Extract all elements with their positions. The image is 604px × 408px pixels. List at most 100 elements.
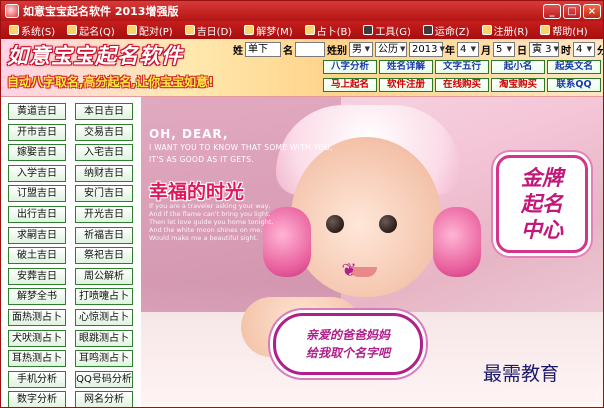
menu-label: 解梦(M) [256,26,293,38]
side-button[interactable]: 周公解析 [75,267,133,285]
chevron-down-icon: ▼ [364,45,370,53]
side-button[interactable]: 数字分析 [8,391,66,407]
menu-lucky-day[interactable]: 吉日(D) [181,23,237,38]
side-button[interactable]: 出行吉日 [8,205,66,223]
divination-icon [304,25,315,35]
gold-naming-center-badge: 金牌 起名 中心 [496,155,588,253]
side-button[interactable]: 耳鸣测占卜 [75,350,133,368]
side-button[interactable]: 纳财吉日 [75,164,133,182]
month-label: 月 [481,46,491,57]
day-label: 日 [517,46,527,57]
message-bubble: 亲爱的爸爸妈妈 给我取个名字吧 [273,313,423,375]
minimize-button[interactable]: _ [543,3,561,19]
chevron-down-icon: ▼ [506,45,512,53]
menu-help[interactable]: 帮助(H) [536,23,591,38]
side-button[interactable]: 犬吠测占卜 [8,329,66,347]
header-banner: 如意宝宝起名软件 自动八字取名,高分起名,让你宝宝如意! 姓 单下 名 姓别 男… [1,39,603,97]
tools-icon [363,25,374,35]
menu-match[interactable]: 配对(P) [123,23,177,38]
bazi-analysis-button[interactable]: 八字分析 [323,60,377,74]
contact-qq-button[interactable]: 联系QQ [547,78,601,92]
menu-label: 吉日(D) [196,26,233,38]
side-button[interactable]: 心惊测占卜 [75,308,133,326]
start-naming-button[interactable]: 马上起名 [323,78,377,92]
baby-eye-image [326,215,344,233]
software-register-button[interactable]: 软件注册 [379,78,433,92]
fortune-icon [422,25,433,35]
badge-line: 起名 [521,191,563,216]
side-button[interactable]: QQ号码分析 [75,370,133,388]
month-select[interactable]: 4 ▼ [457,42,479,57]
calendar-type-select[interactable]: 公历 ▼ [375,42,407,57]
chevron-down-icon: ▼ [553,45,559,53]
menu-label: 帮助(H) [552,26,588,38]
menu-label: 注册(R) [493,26,529,38]
online-buy-button[interactable]: 在线购买 [435,78,489,92]
side-button[interactable]: 耳热测占卜 [8,350,66,368]
menu-tools[interactable]: 工具(G) [359,23,415,38]
help-icon [540,25,551,35]
side-button[interactable]: 本日吉日 [75,103,133,120]
menu-naming[interactable]: 起名(Q) [63,23,119,38]
minute-value: 4 [576,44,583,55]
nickname-button[interactable]: 起小名 [491,60,545,74]
year-select[interactable]: 2013 ▼ [409,42,445,57]
chevron-down-icon: ▼ [470,45,476,53]
minute-select[interactable]: 4 ▼ [573,42,595,57]
menu-fortune[interactable]: 运命(Z) [419,23,474,38]
app-logo: 如意宝宝起名软件 [7,43,183,68]
bubble-line: 亲爱的爸爸妈妈 [305,328,390,342]
day-select[interactable]: 5 ▼ [493,42,515,57]
menu-label: 运命(Z) [434,26,470,38]
menu-dream[interactable]: 解梦(M) [240,23,296,38]
side-button[interactable]: 眼跳测占卜 [75,329,133,347]
menu-system[interactable]: 系统(S) [5,23,59,38]
chevron-down-icon: ▼ [400,45,406,53]
close-button[interactable]: × [583,3,601,19]
hour-select[interactable]: 寅 3 ▼ [529,42,559,57]
gender-select[interactable]: 男 ▼ [349,42,373,57]
side-button[interactable]: 入学吉日 [8,164,66,182]
menu-label: 配对(P) [138,26,173,38]
surname-input[interactable]: 单下 [245,42,281,57]
side-button[interactable]: 面热测占卜 [8,308,66,326]
match-icon [126,25,137,35]
side-button[interactable]: 网名分析 [75,391,133,407]
title-bar[interactable]: 如意宝宝起名软件 2013增强版 _ □ × [1,1,603,21]
side-button[interactable]: 开市吉日 [8,123,66,141]
side-button[interactable]: 手机分析 [8,370,66,388]
side-button[interactable]: 开光吉日 [75,205,133,223]
side-button[interactable]: 安葬吉日 [8,267,66,285]
name-detail-button[interactable]: 姓名详解 [379,60,433,74]
fleur-ornament-icon: ❦ [341,260,357,281]
side-button[interactable]: 破土吉日 [8,247,66,265]
watermark-text: 最需教育 [483,363,560,385]
side-button[interactable]: 订盟吉日 [8,185,66,203]
gender-label: 姓别 [327,46,347,57]
name-input[interactable] [295,42,325,57]
menu-register[interactable]: 注册(R) [478,23,533,38]
calendar-value: 公历 [378,44,398,55]
english-name-button[interactable]: 起英文名 [547,60,601,74]
side-button[interactable]: 安门吉日 [75,185,133,203]
name-label: 名 [283,46,293,57]
side-button[interactable]: 祭祀吉日 [75,247,133,265]
taobao-buy-button[interactable]: 淘宝购买 [491,78,545,92]
side-button[interactable]: 嫁娶吉日 [8,144,66,162]
naming-icon [67,25,78,35]
year-label: 年 [445,46,455,57]
char-wuxing-button[interactable]: 文字五行 [435,60,489,74]
app-icon [5,4,19,18]
side-button[interactable]: 打喷嚏占卜 [75,288,133,306]
side-button[interactable]: 交易吉日 [75,123,133,141]
side-button[interactable]: 祈福吉日 [75,226,133,244]
menu-divination[interactable]: 占卜(B) [301,23,356,38]
side-button[interactable]: 求嗣吉日 [8,226,66,244]
maximize-button[interactable]: □ [563,3,581,19]
side-button[interactable]: 入宅吉日 [75,144,133,162]
side-button[interactable]: 黄道吉日 [8,103,66,120]
register-icon [481,25,492,35]
hour-value: 寅 3 [532,44,552,55]
side-button[interactable]: 解梦全书 [8,288,66,306]
header-button-grid: 八字分析 姓名详解 文字五行 起小名 起英文名 马上起名 软件注册 在线购买 淘… [323,60,601,92]
